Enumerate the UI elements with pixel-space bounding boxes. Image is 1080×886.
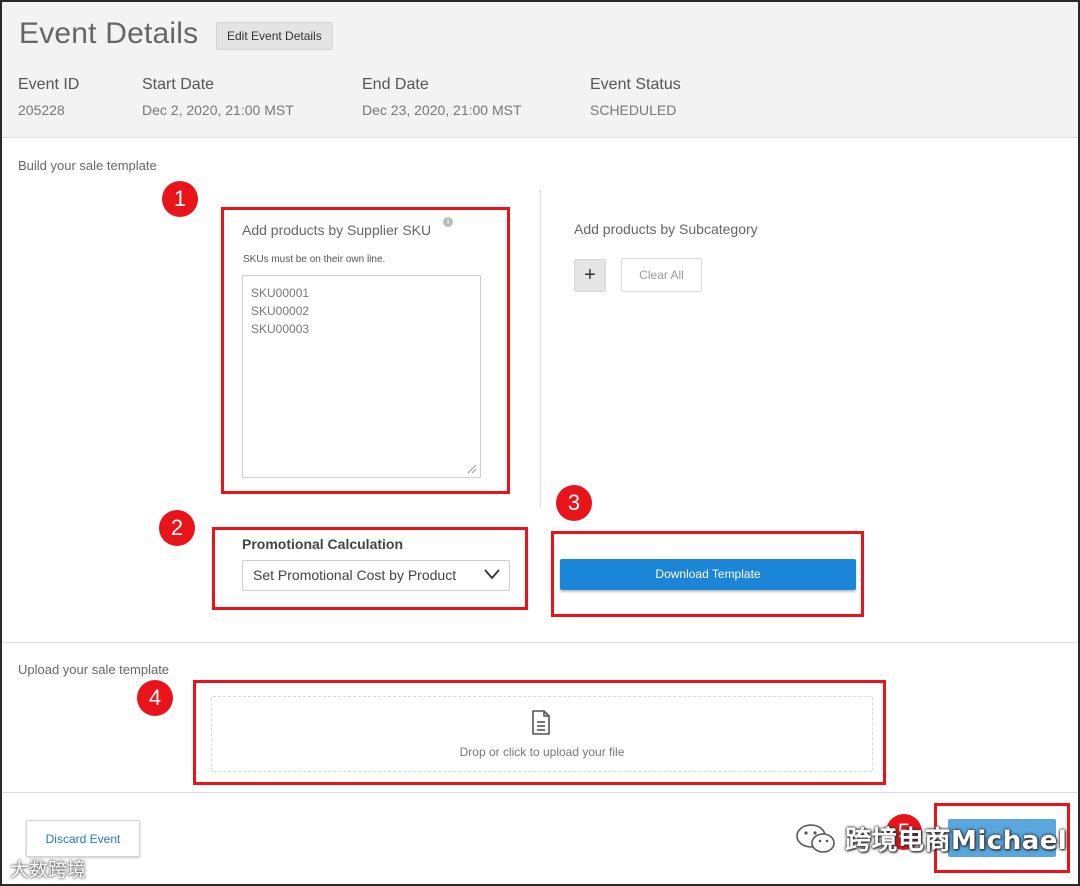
- edit-event-details-button[interactable]: Edit Event Details: [216, 22, 333, 50]
- annotation-marker-1: 1: [162, 181, 198, 217]
- event-id-value: 205228: [18, 102, 65, 118]
- wechat-logo-icon: [796, 824, 835, 853]
- promo-calc-label: Promotional Calculation: [242, 536, 404, 552]
- section-divider-1: [2, 642, 1078, 643]
- file-icon: [532, 710, 550, 735]
- event-status-field: Event Status SCHEDULED: [590, 76, 681, 118]
- drop-zone-text: Drop or click to upload your file: [459, 745, 625, 759]
- annotation-marker-2: 2: [159, 510, 195, 546]
- start-date-field: Start Date Dec 2, 2020, 21:00 MST: [142, 76, 294, 118]
- add-subcategory-button[interactable]: +: [574, 259, 606, 292]
- watermark-text: 跨境电商Michael: [845, 826, 1068, 856]
- column-divider: [540, 190, 541, 508]
- resize-grip-icon[interactable]: [465, 462, 477, 474]
- annotation-marker-4: 4: [137, 680, 173, 716]
- start-date-label: Start Date: [142, 76, 215, 93]
- end-date-field: End Date Dec 23, 2020, 21:00 MST: [362, 76, 522, 118]
- chevron-down-icon: [484, 569, 500, 580]
- clear-all-button[interactable]: Clear All: [621, 258, 702, 292]
- event-id-label: Event ID: [18, 76, 80, 93]
- event-status-value: SCHEDULED: [590, 102, 677, 118]
- annotation-marker-3: 3: [556, 485, 592, 521]
- info-icon[interactable]: i: [443, 217, 453, 227]
- upload-section-label: Upload your sale template: [18, 662, 170, 677]
- watermark-left: 大数跨境: [10, 859, 87, 881]
- start-date-value: Dec 2, 2020, 21:00 MST: [142, 102, 294, 118]
- promo-calc-select[interactable]: Set Promotional Cost by Product: [242, 560, 510, 591]
- build-section-label: Build your sale template: [18, 158, 157, 173]
- sku-section-title: Add products by Supplier SKU: [242, 222, 432, 238]
- sku-textarea[interactable]: [242, 275, 481, 478]
- discard-event-button[interactable]: Discard Event: [26, 820, 140, 857]
- sku-hint: SKUs must be on their own line.: [243, 254, 386, 265]
- section-divider-2: [2, 792, 1078, 793]
- event-id-field: Event ID 205228: [18, 76, 79, 118]
- end-date-value: Dec 23, 2020, 21:00 MST: [362, 102, 522, 118]
- subcategory-section-title: Add products by Subcategory: [574, 221, 758, 237]
- page-title: Event Details: [19, 17, 199, 50]
- end-date-label: End Date: [362, 76, 429, 93]
- event-status-label: Event Status: [590, 76, 681, 93]
- event-header: Event Details Edit Event Details Event I…: [2, 2, 1078, 138]
- download-template-button[interactable]: Download Template: [560, 559, 856, 590]
